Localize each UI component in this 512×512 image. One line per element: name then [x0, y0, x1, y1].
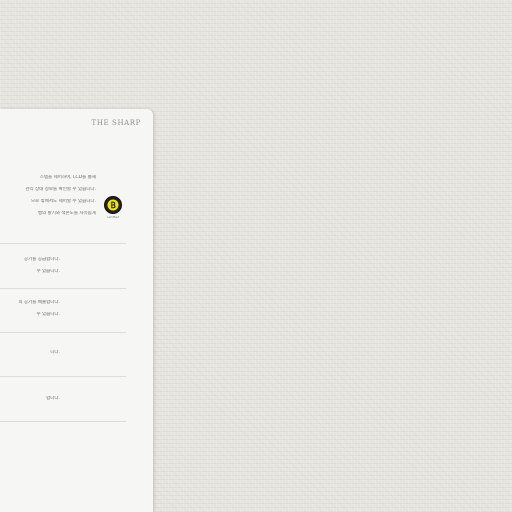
divider [0, 288, 126, 289]
section-exhaust: 의 공기를 배출합니다. 수 있습니다. [0, 300, 60, 324]
certification-badge: certified [104, 196, 122, 219]
intro-line: 관리 상태 정보를 확인할 수 있습니다. [25, 187, 96, 192]
section-line: 니다. [50, 350, 60, 355]
intro-text-block: 스템을 제어하며, LCD를 통해 관리 상태 정보를 확인할 수 있습니다. … [0, 175, 96, 223]
section-line: 의 공기를 배출합니다. [18, 300, 60, 305]
divider [0, 376, 126, 377]
divider [0, 332, 126, 333]
control-panel: THE SHARP 스템을 제어하며, LCD를 통해 관리 상태 정보를 확인… [0, 109, 153, 512]
section-three: 니다. [0, 350, 60, 362]
intro-line: 스템을 제어하며, LCD를 통해 [39, 175, 96, 180]
brand-logo: THE SHARP [91, 119, 141, 127]
section-line: 공기를 공급합니다. [24, 257, 60, 262]
divider [0, 421, 126, 422]
intro-line: 뱅의 밝기와 색온도를 자유롭게 [37, 211, 96, 216]
section-line: 수 있습니다. [36, 269, 60, 274]
section-line: 합니다. [46, 396, 60, 401]
section-line: 수 있습니다. [36, 312, 60, 317]
section-four: 합니다. [0, 396, 60, 408]
badge-label: certified [106, 215, 120, 219]
intro-line: 으로 밖에서도 제어할 수 있습니다. [30, 199, 96, 204]
b-logo-icon-glyph [107, 199, 119, 211]
section-supply: 공기를 공급합니다. 수 있습니다. [0, 257, 60, 281]
divider [0, 243, 126, 244]
b-logo-icon [104, 196, 122, 214]
